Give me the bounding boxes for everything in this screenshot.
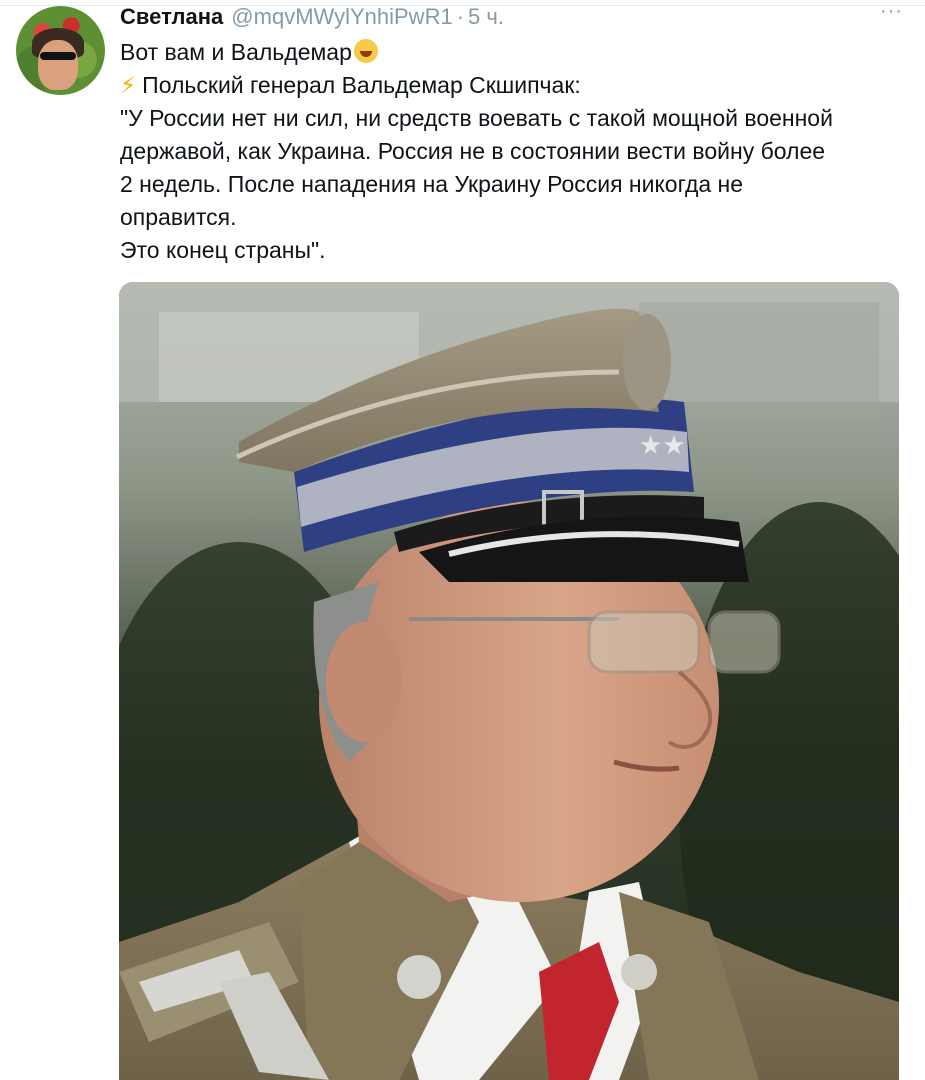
high-voltage-emoji-icon: ⚡ [120, 72, 137, 98]
tweet-line-6: оправится. [120, 204, 237, 230]
avatar[interactable] [16, 6, 105, 95]
tweet-line-1: Вот вам и Вальдемар [120, 36, 910, 69]
tweet-header: Светлана @mqvMWylYnhiPwR1 · 5 ч. [120, 4, 504, 34]
rolling-on-floor-laughing-emoji-icon [353, 39, 378, 63]
tweet-line-5: 2 недель. После нападения на Украину Рос… [120, 171, 744, 197]
svg-text:★★: ★★ [639, 431, 686, 461]
author-name[interactable]: Светлана [120, 4, 223, 30]
author-handle[interactable]: @mqvMWylYnhiPwR1 [231, 4, 452, 30]
header-separator: · [456, 4, 465, 29]
tweet-photo[interactable]: ★★ [119, 282, 899, 1080]
tweet-text: Вот вам и Вальдемар ⚡ Польский генерал Ва… [120, 36, 910, 267]
more-dots-icon[interactable]: ··· [880, 0, 903, 23]
tweet-timestamp[interactable]: 5 ч. [468, 4, 504, 30]
tweet-line-3: "У России нет ни сил, ни средств воевать… [120, 105, 833, 131]
tweet-line-4: державой, как Украина. Россия не в состо… [120, 138, 826, 164]
general-portrait-image: ★★ [119, 282, 899, 1080]
tweet-line-7: Это конец страны". [120, 237, 326, 263]
tweet-line-2: ⚡ Польский генерал Вальдемар Скшипчак: [120, 72, 581, 98]
